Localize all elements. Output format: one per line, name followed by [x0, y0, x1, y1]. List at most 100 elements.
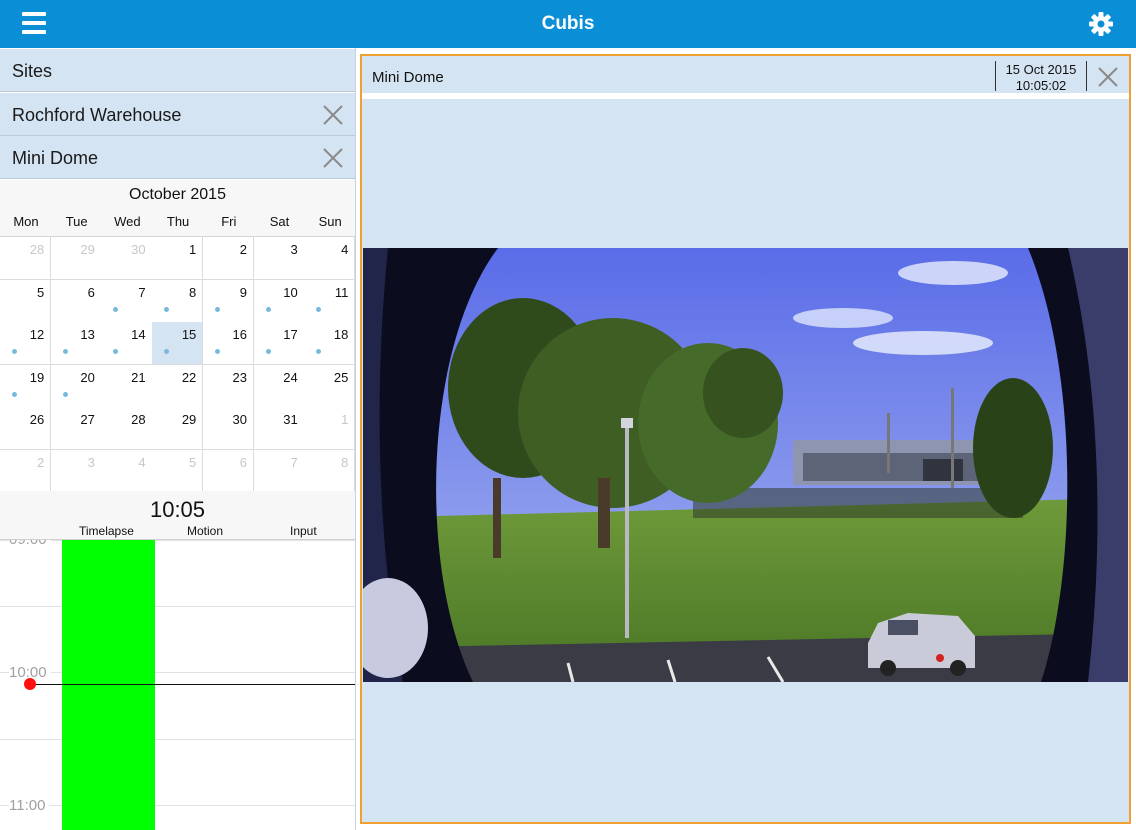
- grid-line: [0, 672, 355, 673]
- recording-indicator-dot: [214, 306, 220, 312]
- calendar-day[interactable]: 7: [101, 279, 153, 323]
- calendar-day[interactable]: 10: [253, 279, 305, 323]
- calendar-day-number: 11: [334, 284, 349, 300]
- recording-indicator-dot: [164, 306, 170, 312]
- calendar-day-number: 12: [29, 327, 45, 342]
- camera-row[interactable]: Mini Dome: [0, 136, 355, 179]
- sidebar: Sites Rochford Warehouse Mini Dome Octob…: [0, 48, 356, 830]
- calendar-day[interactable]: 11: [304, 279, 356, 323]
- calendar-day-number: 6: [87, 284, 95, 300]
- calendar-day[interactable]: 29: [152, 407, 204, 450]
- calendar-day[interactable]: 23: [202, 364, 254, 408]
- calendar: October 2015 Mon Tue Wed Thu Fri Sat Sun 28 29 3…: [0, 180, 356, 493]
- calendar-day[interactable]: 9: [202, 279, 254, 323]
- calendar-day[interactable]: 31: [253, 407, 305, 450]
- calendar-day-number: 22: [181, 369, 197, 385]
- close-icon[interactable]: [322, 104, 344, 126]
- calendar-day[interactable]: 2: [202, 237, 254, 280]
- calendar-day[interactable]: 3: [253, 237, 305, 280]
- site-row[interactable]: Rochford Warehouse: [0, 93, 355, 136]
- recording-indicator-dot: [265, 349, 271, 354]
- calendar-day-number: 9: [239, 284, 247, 300]
- camera-feed-image[interactable]: [363, 248, 1128, 682]
- recording-indicator-dot: [265, 306, 271, 312]
- gear-icon[interactable]: [1086, 9, 1116, 39]
- divider: [1086, 61, 1087, 91]
- calendar-day[interactable]: 1: [304, 407, 356, 450]
- calendar-day-number: 27: [80, 412, 95, 427]
- hour-label: 09:00: [9, 540, 51, 548]
- calendar-day[interactable]: 5: [0, 279, 52, 323]
- recording-indicator-dot: [113, 306, 119, 312]
- calendar-day[interactable]: 3: [50, 449, 102, 493]
- calendar-day[interactable]: 2: [0, 449, 52, 493]
- calendar-grid: 28 29 30 1 2 3 4 5 6 7 8 9 10 11 12 13 14 15 16 17 18 19 20 21 2…: [0, 236, 356, 493]
- calendar-month-title: October 2015: [129, 186, 226, 203]
- calendar-day[interactable]: 17: [253, 322, 305, 365]
- timelapse-recording-bar[interactable]: [62, 540, 155, 830]
- calendar-day[interactable]: 21: [101, 364, 153, 408]
- calendar-day-number: 13: [80, 327, 95, 342]
- calendar-day[interactable]: 20: [50, 364, 102, 408]
- app-window: Cubis Sites Rochford Warehouse Mini Dome…: [0, 0, 1136, 830]
- calendar-day-number: 14: [131, 327, 146, 342]
- camera-viewer: Mini Dome 15 Oct 2015 10:05:02: [360, 54, 1131, 824]
- calendar-day[interactable]: 22: [152, 364, 204, 408]
- recording-indicator-dot: [164, 349, 170, 354]
- timeline-body[interactable]: 09:00 10:00 11:00: [0, 540, 355, 830]
- calendar-day-number: 15: [181, 327, 197, 342]
- close-icon[interactable]: [322, 147, 344, 169]
- calendar-day[interactable]: 19: [0, 364, 52, 408]
- calendar-day[interactable]: 16: [202, 322, 254, 365]
- calendar-day[interactable]: 15: [152, 322, 204, 365]
- recording-indicator-dot: [62, 391, 68, 397]
- motion-column-label: Motion: [187, 524, 224, 538]
- grid-line: [0, 805, 355, 806]
- grid-line: [0, 606, 355, 607]
- calendar-day[interactable]: 1: [152, 237, 204, 280]
- calendar-day[interactable]: 12: [0, 322, 52, 365]
- calendar-day[interactable]: 30: [202, 407, 254, 450]
- calendar-day[interactable]: 25: [304, 364, 356, 408]
- timeline-header: 10:05 Timelapse Motion Input: [0, 491, 355, 540]
- calendar-day-number: 23: [232, 369, 247, 385]
- calendar-day-number: 7: [290, 454, 298, 470]
- calendar-day-number: 8: [341, 454, 349, 470]
- recording-indicator-dot: [316, 349, 322, 354]
- calendar-day[interactable]: 7: [253, 449, 305, 493]
- calendar-day[interactable]: 28: [0, 237, 52, 280]
- calendar-day-number: 30: [232, 412, 247, 427]
- calendar-day-number: 18: [333, 327, 349, 342]
- site-name: Rochford Warehouse: [12, 105, 182, 125]
- app-title: Cubis: [541, 13, 595, 34]
- calendar-day[interactable]: 27: [50, 407, 102, 450]
- calendar-day[interactable]: 6: [50, 279, 102, 323]
- calendar-day-number: 17: [283, 327, 298, 342]
- viewer-timestamp: 15 Oct 2015 10:05:02: [996, 62, 1086, 94]
- calendar-day[interactable]: 4: [304, 237, 356, 280]
- calendar-day-number: 28: [29, 242, 45, 257]
- playhead-line: [30, 684, 355, 685]
- calendar-day[interactable]: 29: [50, 237, 102, 280]
- calendar-day[interactable]: 8: [152, 279, 204, 323]
- calendar-day[interactable]: 5: [152, 449, 204, 493]
- calendar-day-number: 3: [290, 242, 298, 257]
- top-bar: Cubis: [0, 0, 1136, 48]
- calendar-day[interactable]: 14: [101, 322, 153, 365]
- calendar-day[interactable]: 24: [253, 364, 305, 408]
- calendar-day[interactable]: 28: [101, 407, 153, 450]
- calendar-day[interactable]: 4: [101, 449, 153, 493]
- timeline: 10:05 Timelapse Motion Input 09:00 10:00…: [0, 491, 355, 830]
- calendar-day[interactable]: 13: [50, 322, 102, 365]
- input-column-label: Input: [290, 524, 317, 538]
- calendar-day[interactable]: 26: [0, 407, 52, 450]
- calendar-day[interactable]: 8: [304, 449, 356, 493]
- weekday-label: Tue: [65, 214, 88, 229]
- close-icon[interactable]: [1097, 66, 1119, 88]
- current-time: 10:05: [149, 497, 206, 522]
- calendar-day[interactable]: 6: [202, 449, 254, 493]
- calendar-day[interactable]: 18: [304, 322, 356, 365]
- playhead-handle[interactable]: [24, 678, 36, 690]
- sites-row[interactable]: Sites: [0, 49, 355, 92]
- calendar-day[interactable]: 30: [101, 237, 153, 280]
